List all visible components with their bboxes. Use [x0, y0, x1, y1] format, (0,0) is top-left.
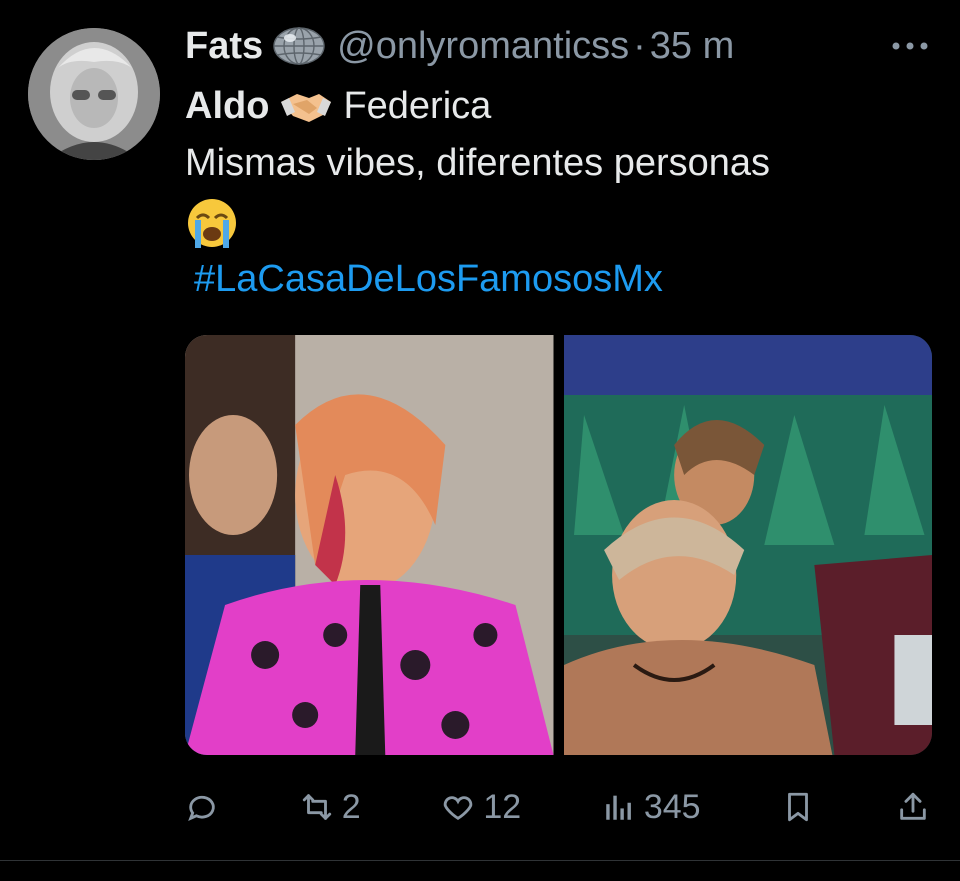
photo-left[interactable] — [185, 335, 554, 755]
media-grid[interactable] — [185, 335, 932, 755]
retweet-button[interactable]: 2 — [300, 788, 361, 827]
more-icon[interactable] — [890, 28, 930, 64]
divider — [0, 860, 960, 861]
reply-button[interactable] — [185, 790, 219, 824]
heart-icon — [444, 796, 473, 821]
crying-face-icon — [185, 196, 239, 250]
tweet-text-line-1: Aldo Federica — [185, 82, 491, 130]
views-icon — [606, 795, 631, 820]
timestamp[interactable]: 35 m — [650, 22, 734, 70]
views-button[interactable]: 345 — [602, 788, 701, 827]
handshake-icon — [279, 86, 333, 126]
disco-ball-icon — [273, 26, 325, 66]
tweet-header: Fats @onlyromanticss · 35 m — [185, 22, 734, 70]
share-button[interactable] — [896, 790, 930, 824]
avatar[interactable] — [28, 28, 160, 160]
photo-right[interactable] — [563, 335, 932, 755]
bookmark-button[interactable] — [781, 790, 815, 824]
like-count: 12 — [483, 787, 522, 826]
retweet-count: 2 — [341, 787, 361, 826]
reply-icon — [188, 795, 215, 822]
author-name[interactable]: Fats — [185, 22, 263, 70]
tweet-text-line-2: Mismas vibes, diferentes personas — [185, 142, 771, 184]
author-handle[interactable]: @onlyromanticss — [337, 22, 629, 70]
share-icon — [900, 792, 926, 820]
text-name-right: Federica — [343, 85, 492, 127]
like-button[interactable]: 12 — [441, 788, 521, 827]
separator-dot: · — [633, 25, 646, 67]
views-count: 345 — [643, 787, 701, 826]
hashtag-link[interactable]: #LaCasaDeLosFamososMx — [194, 255, 663, 303]
text-name-left: Aldo — [185, 85, 270, 127]
bookmark-icon — [788, 792, 809, 822]
action-bar: 2 12 345 — [185, 782, 930, 832]
retweet-icon — [302, 794, 331, 820]
